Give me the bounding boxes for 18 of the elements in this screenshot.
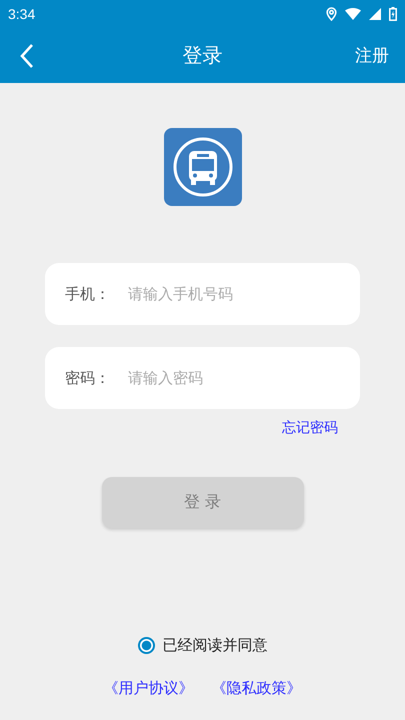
field-label: 手机： [65,284,110,304]
field-label: 密码： [65,368,110,388]
bus-logo-icon [164,128,242,206]
page-title: 登录 [182,42,222,69]
back-button[interactable] [20,42,34,68]
agreement-text: 已经阅读并同意 [162,636,268,655]
forgot-password-link[interactable]: 忘记密码 [282,419,338,437]
location-icon [326,7,337,21]
register-button[interactable]: 注册 [355,44,389,67]
input-field[interactable]: 请输入手机号码 [126,284,340,304]
battery-icon [389,7,397,21]
policy-link[interactable]: 《用户协议》 [104,679,194,698]
wifi-icon [345,8,361,20]
input-field[interactable]: 请输入密码 [126,368,340,388]
radio-button[interactable] [138,637,154,654]
status-time: 3:34 [8,6,36,22]
policy-link[interactable]: 《隐私政策》 [212,679,302,698]
signal-icon [369,8,381,20]
